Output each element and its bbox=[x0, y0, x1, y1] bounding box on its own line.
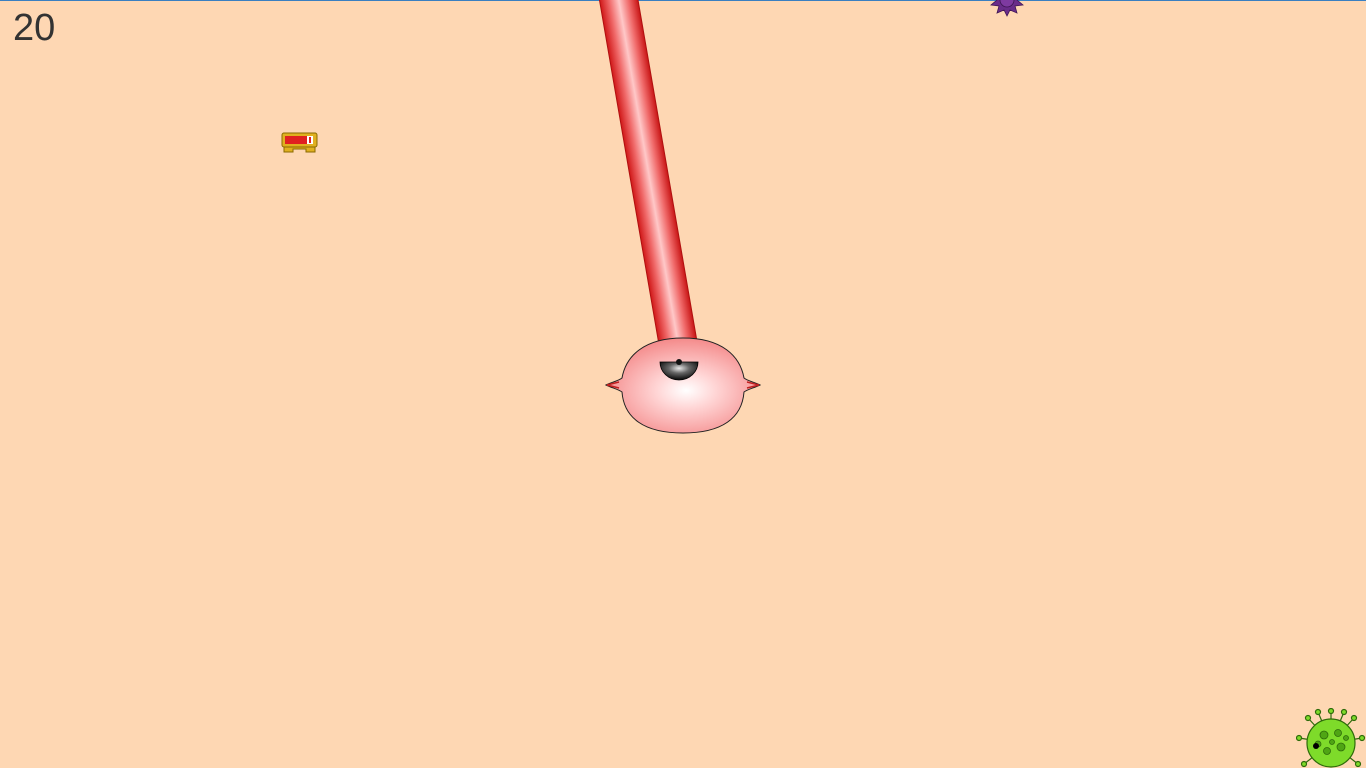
green-virus-icon[interactable] bbox=[1296, 708, 1366, 768]
nozzle-icon bbox=[659, 344, 699, 382]
tentacle-icon bbox=[580, 0, 720, 385]
score-counter: 20 bbox=[13, 7, 56, 49]
game-stage[interactable]: 20 bbox=[0, 0, 1366, 768]
battery-powerup-icon[interactable] bbox=[281, 131, 319, 155]
purple-virus-icon[interactable] bbox=[985, 0, 1029, 18]
